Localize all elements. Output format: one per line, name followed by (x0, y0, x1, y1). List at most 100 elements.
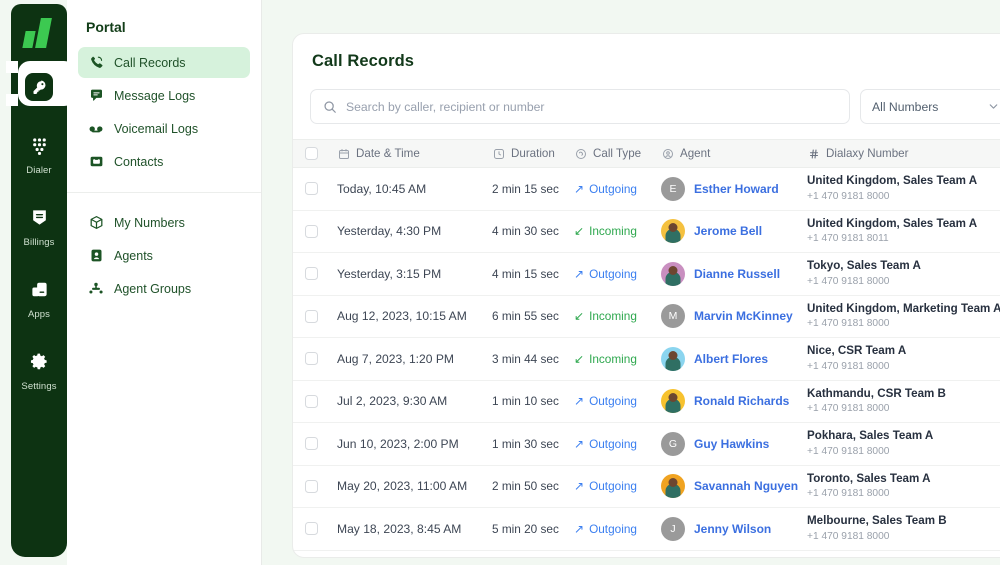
select-all-checkbox[interactable] (305, 147, 318, 160)
table-row[interactable]: Yesterday, 4:30 PM 4 min 30 sec ↙ Incoming J… (293, 211, 1000, 253)
agent-link[interactable]: Ronald Richards (694, 394, 789, 408)
column-header-call-type[interactable]: Call Type (574, 147, 661, 160)
cell-date-time: Yesterday, 3:15 PM (337, 266, 442, 281)
filter-bar: All Numbers (293, 71, 1000, 139)
column-header-duration[interactable]: Duration (492, 147, 574, 160)
row-checkbox[interactable] (305, 394, 318, 408)
call-type-label: Outgoing (589, 181, 637, 196)
table-row[interactable]: Yesterday, 3:15 PM 4 min 15 sec ↗ Outgoing D… (293, 253, 1000, 296)
cell-agent: J Jenny Wilson (661, 516, 807, 541)
cell-date-time: Jul 2, 2023, 9:30 AM (337, 394, 448, 409)
app-window: Dialer Billings Apps Settings Portal Call R… (0, 0, 1000, 565)
sidebar-item-label: Message Logs (114, 88, 196, 103)
rail-item-billings[interactable]: Billings (11, 195, 67, 254)
cell-dialaxy-number: Toronto, Sales Team A +1 470 9181 8000 (807, 471, 1000, 502)
row-checkbox[interactable] (305, 522, 318, 536)
avatar: G (661, 431, 685, 456)
page-title: Call Records (312, 52, 415, 70)
row-checkbox[interactable] (305, 437, 318, 451)
row-select-cell (305, 309, 337, 323)
row-checkbox[interactable] (305, 182, 318, 196)
rail-item-dialer[interactable]: Dialer (11, 123, 67, 182)
call-type-label: Incoming (589, 309, 637, 324)
number-value: +1 470 9181 8000 (807, 445, 890, 457)
row-select-cell (305, 182, 337, 196)
cell-call-type: ↙ Incoming (574, 352, 661, 366)
cell-agent: Savannah Nguyen (661, 474, 807, 499)
sidebar-item-voicemail-logs[interactable]: Voicemail Logs (78, 113, 250, 144)
number-location: Kathmandu, CSR Team B (807, 386, 946, 400)
cell-duration: 2 min 50 sec (492, 479, 559, 494)
table-header-row: Date & Time Duration Call Type Agent Dia… (293, 139, 1000, 168)
table-row[interactable]: May 20, 2023, 11:00 AM 2 min 50 sec ↗ Outgo… (293, 466, 1000, 508)
avatar: J (661, 516, 685, 541)
table-row[interactable]: Jul 2, 2023, 9:30 AM 1 min 10 sec ↗ Outgoin… (293, 381, 1000, 423)
cell-call-type: ↗ Outgoing (574, 437, 661, 451)
row-checkbox[interactable] (305, 479, 318, 493)
agent-link[interactable]: Esther Howard (694, 182, 779, 196)
select-all-cell (305, 147, 337, 160)
rail-item-apps[interactable]: Apps (11, 267, 67, 326)
sidebar-nav-secondary: My Numbers Agents Agent Groups (67, 192, 261, 304)
cell-agent: Albert Flores (661, 346, 807, 371)
table-row[interactable]: Aug 12, 2023, 10:15 AM 6 min 55 sec ↙ Incom… (293, 296, 1000, 338)
table-row[interactable]: Today, 10:45 AM 2 min 15 sec ↗ Outgoing E Est… (293, 168, 1000, 211)
numbers-filter-value: All Numbers (872, 99, 939, 114)
rail-item-settings[interactable]: Settings (11, 339, 67, 398)
row-checkbox[interactable] (305, 224, 318, 238)
agent-link[interactable]: Marvin McKinney (694, 309, 793, 323)
sidebar-item-agents[interactable]: Agents (78, 240, 250, 271)
number-location: Melbourne, Sales Team B (807, 514, 947, 528)
hash-icon (807, 147, 820, 160)
agent-link[interactable]: Savannah Nguyen (694, 479, 798, 493)
outgoing-arrow-icon: ↗ (574, 521, 585, 536)
outgoing-arrow-icon: ↗ (574, 394, 585, 409)
numbers-filter-select[interactable]: All Numbers (860, 89, 1000, 124)
table-row[interactable]: Aug 7, 2023, 1:20 PM 3 min 44 sec ↙ Incomin… (293, 338, 1000, 381)
cell-date-time: Jun 10, 2023, 2:00 PM (337, 436, 459, 451)
agent-link[interactable]: Jenny Wilson (694, 522, 771, 536)
agent-link[interactable]: Albert Flores (694, 352, 768, 366)
sidebar-item-agent-groups[interactable]: Agent Groups (78, 273, 250, 304)
search-icon (323, 100, 337, 114)
rail-item-portal[interactable] (6, 61, 76, 107)
table-row[interactable]: Jun 10, 2023, 2:00 PM 1 min 30 sec ↗ Outgoi… (293, 423, 1000, 466)
row-checkbox[interactable] (305, 352, 318, 366)
column-header-dialaxy-number-label: Dialaxy Number (826, 147, 909, 160)
apps-icon (22, 272, 56, 306)
call-type-label: Outgoing (589, 266, 637, 281)
agent-link[interactable]: Jerome Bell (694, 224, 762, 238)
column-header-date[interactable]: Date & Time (337, 147, 492, 160)
cell-dialaxy-number: Kathmandu, CSR Team B +1 470 9181 8000 (807, 386, 1000, 417)
portal-sidebar: Portal Call Records Message Logs Voicemail… (67, 0, 262, 565)
avatar: E (661, 176, 685, 201)
number-location: Tokyo, Sales Team A (807, 259, 921, 273)
rail-item-label: Settings (21, 381, 57, 392)
rail-item-label: Billings (23, 237, 55, 248)
agent-link[interactable]: Dianne Russell (694, 267, 780, 281)
column-header-date-label: Date & Time (356, 147, 420, 160)
search-box[interactable] (310, 89, 850, 124)
search-input[interactable] (346, 99, 837, 114)
sidebar-item-label: Agent Groups (114, 281, 192, 296)
sidebar-item-message-logs[interactable]: Message Logs (78, 80, 250, 111)
column-header-agent-label: Agent (680, 147, 711, 160)
cell-duration: 1 min 30 sec (492, 436, 559, 451)
chevron-down-icon (987, 100, 1000, 113)
cell-agent: Ronald Richards (661, 389, 807, 414)
table-row[interactable]: May 18, 2023, 8:45 AM 5 min 20 sec ↗ Outgoi… (293, 508, 1000, 551)
row-checkbox[interactable] (305, 309, 318, 323)
sidebar-item-my-numbers[interactable]: My Numbers (78, 207, 250, 238)
sidebar-item-contacts[interactable]: Contacts (78, 146, 250, 177)
cell-dialaxy-number: United Kingdom, Sales Team A +1 470 9181 … (807, 216, 1000, 247)
cell-dialaxy-number: Nice, CSR Team A +1 470 9181 8000 (807, 343, 1000, 374)
cell-duration: 5 min 20 sec (492, 521, 559, 536)
avatar (661, 474, 685, 499)
column-header-dialaxy-number[interactable]: Dialaxy Number (807, 147, 1000, 160)
avatar (661, 389, 685, 414)
column-header-agent[interactable]: Agent (661, 147, 807, 160)
row-checkbox[interactable] (305, 267, 318, 281)
message-icon (88, 88, 104, 104)
agent-link[interactable]: Guy Hawkins (694, 437, 769, 451)
sidebar-item-call-records[interactable]: Call Records (78, 47, 250, 78)
